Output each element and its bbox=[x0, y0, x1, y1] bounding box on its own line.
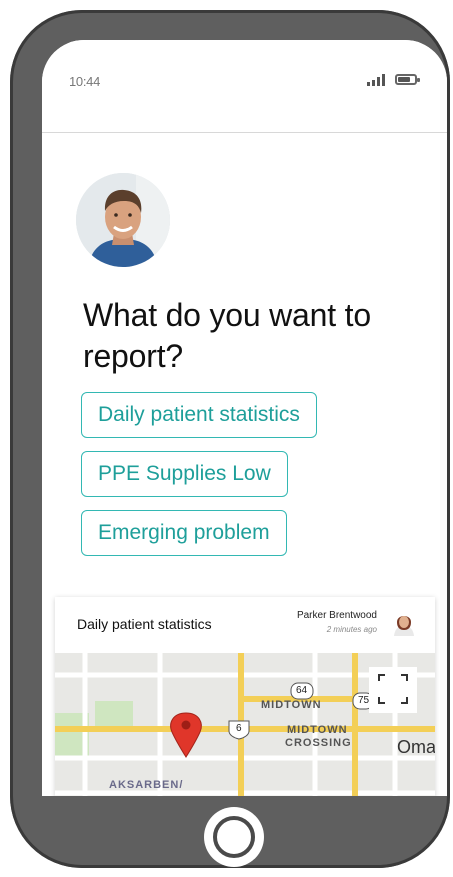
map-label-midtown: MIDTOWN bbox=[261, 699, 322, 711]
card-user-name: Parker Brentwood bbox=[296, 610, 377, 621]
fullscreen-icon[interactable] bbox=[369, 667, 417, 713]
option-ppe-supplies-low[interactable]: PPE Supplies Low bbox=[81, 451, 288, 497]
map-label-shield-75: 75 bbox=[358, 695, 370, 706]
map-label-midtown-crossing-2: CROSSING bbox=[285, 737, 352, 749]
home-button[interactable] bbox=[204, 807, 264, 867]
page-title: What do you want to report? bbox=[83, 297, 371, 374]
map-label-omaha: Oma bbox=[397, 737, 435, 757]
card-timestamp: 2 minutes ago bbox=[326, 625, 377, 634]
map-view[interactable]: 64 75 6 MIDTOWN MIDTOWN CROSSING AKSARBE… bbox=[55, 653, 435, 796]
status-bar: 10:44 bbox=[42, 40, 447, 133]
map-label-shield-64: 64 bbox=[296, 685, 308, 696]
map-pin-icon[interactable] bbox=[171, 713, 201, 757]
card-title: Daily patient statistics bbox=[77, 616, 212, 632]
status-time: 10:44 bbox=[69, 74, 101, 89]
phone-frame: 10:44 What do you want to report? Daily … bbox=[10, 10, 450, 868]
avatar bbox=[76, 173, 170, 267]
report-card[interactable]: Daily patient statistics Parker Brentwoo… bbox=[55, 597, 435, 796]
user-avatar bbox=[391, 610, 417, 636]
signal-icon bbox=[367, 74, 387, 86]
battery-icon bbox=[395, 74, 420, 85]
map-label-aksarben: AKSARBEN/ bbox=[109, 779, 184, 791]
map-label-shield-6: 6 bbox=[236, 723, 242, 734]
option-daily-patient-statistics[interactable]: Daily patient statistics bbox=[81, 392, 317, 438]
phone-screen: 10:44 What do you want to report? Daily … bbox=[42, 40, 447, 796]
option-emerging-problem[interactable]: Emerging problem bbox=[81, 510, 287, 556]
map-label-midtown-crossing-1: MIDTOWN bbox=[287, 724, 348, 736]
